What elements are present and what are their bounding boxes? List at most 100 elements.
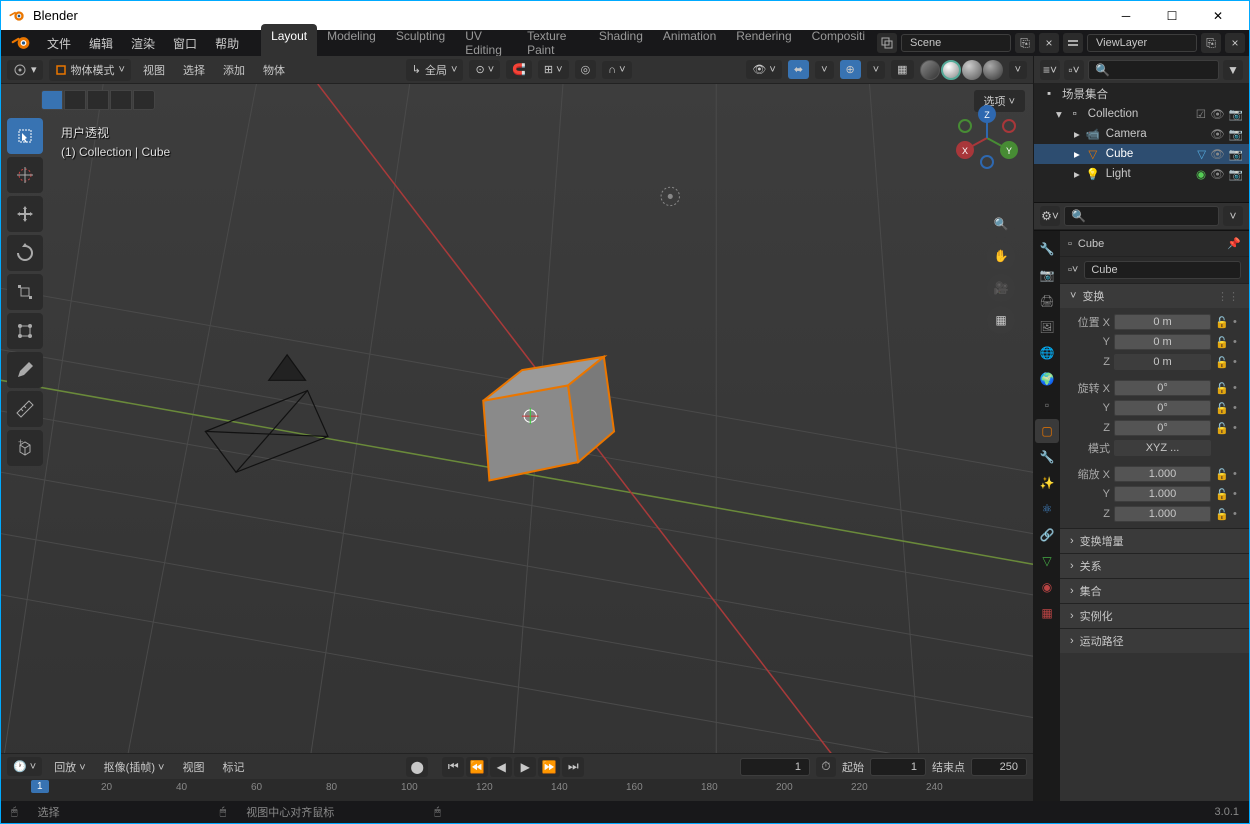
scale-z-field[interactable]: 1.000 — [1114, 506, 1211, 522]
eye-icon[interactable]: 👁 — [1210, 167, 1225, 181]
light-data-icon[interactable]: ◉ — [1196, 167, 1206, 181]
loc-x-field[interactable]: 0 m — [1114, 314, 1211, 330]
pin-icon[interactable]: 📌 — [1227, 237, 1241, 250]
tool-transform[interactable] — [7, 313, 43, 349]
vp-menu-select[interactable]: 选择 — [177, 59, 211, 81]
panel-instancing[interactable]: ›实例化 — [1060, 603, 1249, 628]
tool-rotate[interactable] — [7, 235, 43, 271]
tool-annotate[interactable] — [7, 352, 43, 388]
tl-menu-playback[interactable]: 回放 ˅ — [48, 756, 91, 778]
timeline-ruler[interactable]: 1 20 40 60 80 100 120 140 160 180 200 22… — [1, 779, 1033, 801]
editor-type-dropdown[interactable]: ▾ — [7, 60, 43, 80]
menu-render[interactable]: 渲染 — [123, 31, 163, 56]
menu-window[interactable]: 窗口 — [165, 31, 205, 56]
menu-edit[interactable]: 编辑 — [81, 31, 121, 56]
jump-next-key-button[interactable]: ⏩ — [538, 757, 560, 777]
properties-breadcrumb[interactable]: ▫Cube📌 — [1060, 231, 1249, 257]
viewlayer-name-field[interactable]: ViewLayer — [1087, 34, 1197, 52]
tool-add-cube[interactable]: + — [7, 430, 43, 466]
outliner-scene-collection[interactable]: ▪场景集合 — [1034, 84, 1249, 104]
mesh-data-icon[interactable]: ▽ — [1197, 147, 1206, 161]
ptab-object[interactable]: ▢ — [1035, 419, 1059, 443]
panel-collections[interactable]: ›集合 — [1060, 578, 1249, 603]
viewlayer-delete-button[interactable]: × — [1225, 33, 1245, 53]
outliner-item-light[interactable]: ▸💡Light◉👁📷 — [1034, 164, 1249, 184]
tl-menu-view[interactable]: 视图 — [176, 756, 210, 778]
preview-range-toggle[interactable]: ⏱ — [816, 757, 836, 777]
play-reverse-button[interactable]: ◀ — [490, 757, 512, 777]
mode-dropdown[interactable]: 物体模式 ˅ — [49, 59, 131, 81]
gizmo-dropdown[interactable]: ˅ — [815, 61, 833, 79]
properties-editor-type[interactable]: ⚙˅ — [1040, 206, 1060, 226]
jump-end-button[interactable]: ⏭ — [562, 757, 584, 777]
properties-search[interactable]: 🔍 — [1064, 206, 1219, 226]
vp-menu-add[interactable]: 添加 — [217, 59, 251, 81]
scene-browse-button[interactable] — [877, 33, 897, 53]
autokey-toggle[interactable]: ⬤ — [406, 757, 428, 777]
outliner-filter[interactable]: ▼ — [1223, 60, 1243, 80]
camera-icon[interactable]: 📷 — [1229, 127, 1243, 141]
tool-measure[interactable] — [7, 391, 43, 427]
checkbox-icon[interactable]: ☑ — [1196, 107, 1206, 121]
current-frame-field[interactable]: 1 — [740, 758, 810, 776]
select-mode-lasso[interactable] — [110, 90, 132, 110]
scene-delete-button[interactable]: × — [1039, 33, 1059, 53]
loc-z-field[interactable]: 0 m — [1114, 354, 1211, 370]
menu-file[interactable]: 文件 — [39, 31, 79, 56]
select-mode-tweak[interactable] — [41, 90, 63, 110]
tool-select-box[interactable] — [7, 118, 43, 154]
shading-rendered[interactable] — [983, 60, 1003, 80]
select-mode-invert[interactable] — [133, 90, 155, 110]
panel-delta-transform[interactable]: ›变换增量 — [1060, 528, 1249, 553]
ptab-viewlayer[interactable]: 🖼 — [1035, 315, 1059, 339]
panel-transform-header[interactable]: ˅变换⋮⋮ — [1060, 283, 1249, 308]
lock-icon[interactable]: 🔓 — [1215, 356, 1229, 369]
tool-scale[interactable] — [7, 274, 43, 310]
ptab-modifiers[interactable]: 🔧 — [1035, 445, 1059, 469]
ptab-data[interactable]: ▽ — [1035, 549, 1059, 573]
camera-view-button[interactable]: 🎥 — [987, 274, 1015, 302]
playhead[interactable]: 1 — [31, 780, 49, 793]
maximize-button[interactable]: ☐ — [1149, 1, 1195, 31]
scene-name-field[interactable]: Scene — [901, 34, 1011, 52]
shading-solid[interactable] — [941, 60, 961, 80]
tl-menu-marker[interactable]: 标记 — [216, 756, 250, 778]
tool-move[interactable] — [7, 196, 43, 232]
close-button[interactable]: ✕ — [1195, 1, 1241, 31]
eye-icon[interactable]: 👁 — [1210, 147, 1225, 161]
ptab-constraints[interactable]: 🔗 — [1035, 523, 1059, 547]
camera-icon[interactable]: 📷 — [1229, 147, 1243, 161]
pivot-dropdown[interactable]: ⊙ ˅ — [469, 60, 500, 79]
viewlayer-new-button[interactable]: ⎘ — [1201, 33, 1221, 53]
tl-menu-keying[interactable]: 抠像(插帧) ˅ — [98, 756, 171, 778]
proportional-dropdown[interactable]: ∩ ˅ — [602, 61, 631, 79]
outliner-display-mode[interactable]: ▫˅ — [1064, 60, 1084, 80]
end-frame-field[interactable]: 250 — [971, 758, 1027, 776]
zoom-button[interactable]: 🔍 — [987, 210, 1015, 238]
pan-button[interactable]: ✋ — [987, 242, 1015, 270]
proportional-toggle[interactable]: ◎ — [575, 60, 597, 79]
blender-icon[interactable] — [11, 33, 31, 53]
outliner-search[interactable]: 🔍 — [1088, 60, 1219, 80]
camera-icon[interactable]: 📷 — [1229, 167, 1243, 181]
play-button[interactable]: ▶ — [514, 757, 536, 777]
jump-start-button[interactable]: ⏮ — [442, 757, 464, 777]
ptab-collection[interactable]: ▫ — [1035, 393, 1059, 417]
orientation-dropdown[interactable]: ↳ 全局 ˅ — [406, 59, 464, 81]
orientation-gizmo[interactable]: Y X Z — [951, 102, 1023, 174]
overlay-dropdown[interactable]: ˅ — [867, 61, 885, 79]
shading-material[interactable] — [962, 60, 982, 80]
scene-new-button[interactable]: ⎘ — [1015, 33, 1035, 53]
tool-cursor[interactable] — [7, 157, 43, 193]
rot-y-field[interactable]: 0° — [1114, 400, 1211, 416]
outliner-item-cube[interactable]: ▸▽Cube▽👁📷 — [1034, 144, 1249, 164]
snap-dropdown[interactable]: ⊞ ˅ — [538, 60, 569, 79]
lock-icon[interactable]: 🔓 — [1215, 422, 1229, 435]
lock-icon[interactable]: 🔓 — [1215, 402, 1229, 415]
xray-toggle[interactable]: ▦ — [891, 60, 913, 79]
outliner-item-camera[interactable]: ▸📹Camera👁📷 — [1034, 124, 1249, 144]
timeline-editor-type[interactable]: 🕐 ˅ — [7, 757, 42, 776]
select-mode-circle[interactable] — [87, 90, 109, 110]
ortho-toggle-button[interactable]: ▦ — [987, 306, 1015, 334]
ptab-particles[interactable]: ✨ — [1035, 471, 1059, 495]
